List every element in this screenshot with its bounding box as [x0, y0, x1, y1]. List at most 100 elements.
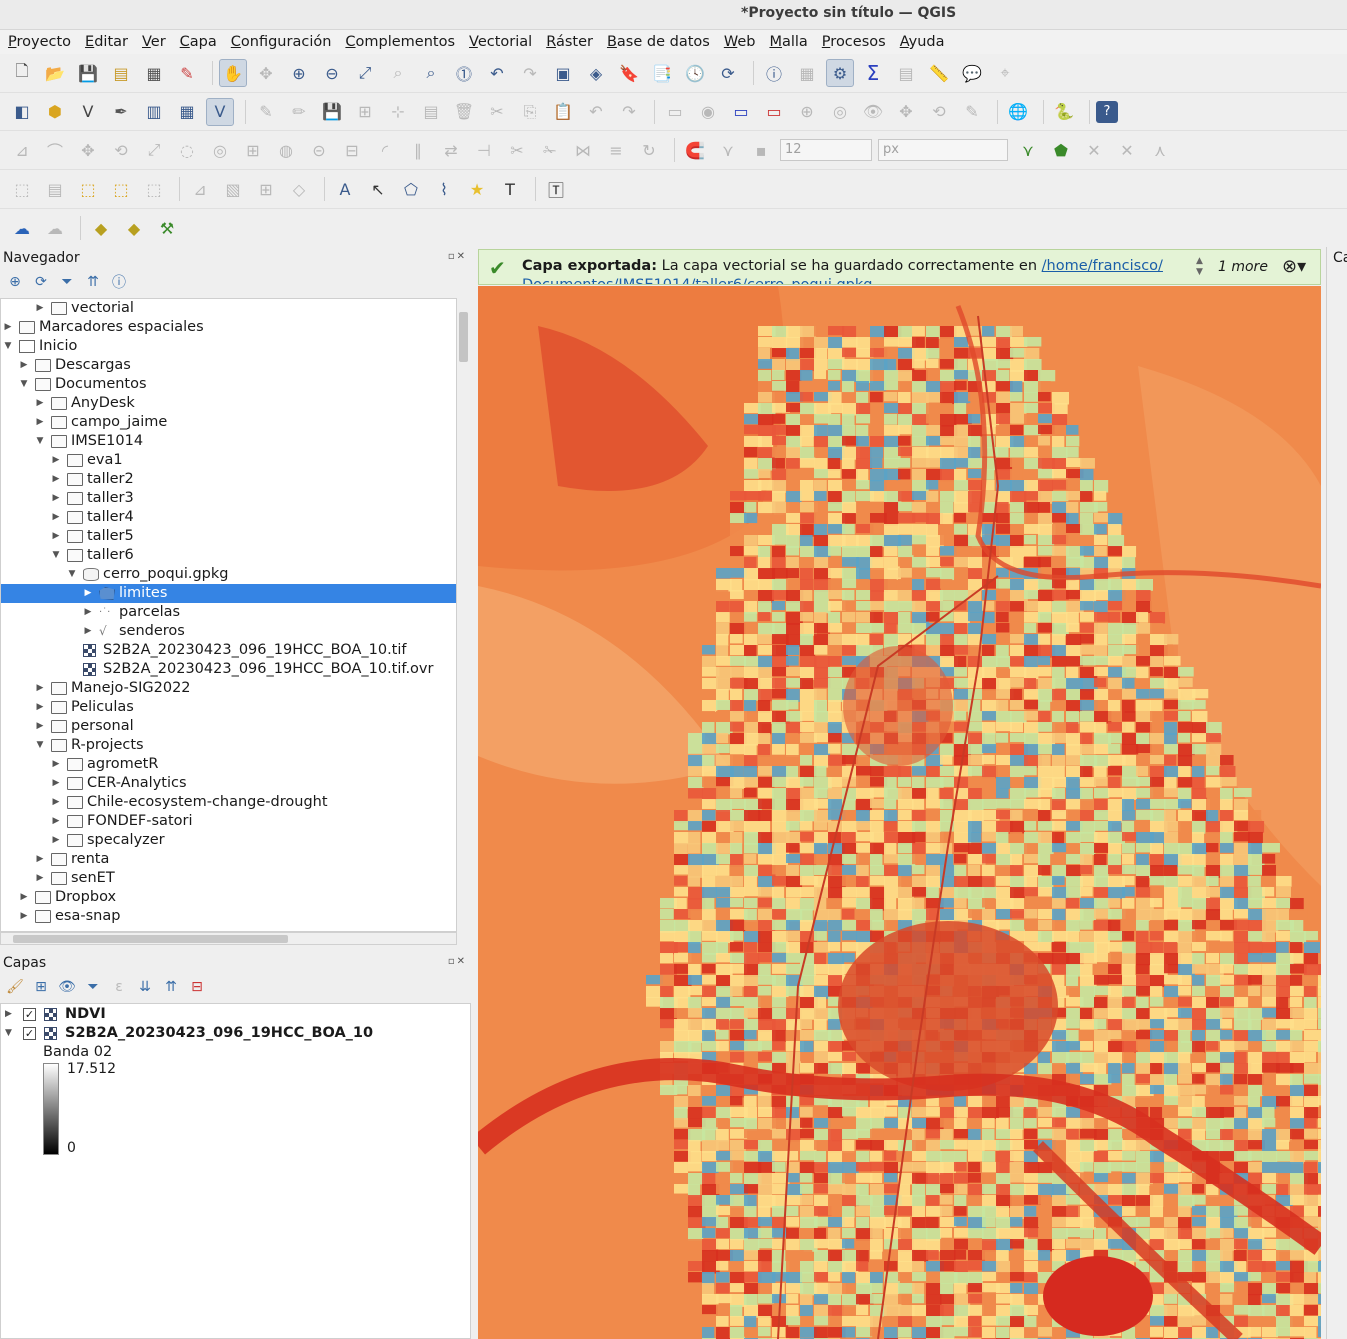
- text-annotation-dropdown-icon[interactable]: 🅃: [542, 175, 570, 203]
- pin-labels-icon[interactable]: ◎: [826, 98, 854, 126]
- split-features-icon[interactable]: ✂: [503, 136, 531, 164]
- expand-arrow-icon[interactable]: ▶: [50, 812, 62, 831]
- properties-icon[interactable]: ⓘ: [108, 271, 130, 293]
- snapping-type-icon[interactable]: ▪: [747, 136, 775, 164]
- create-text-annotation-icon[interactable]: T: [496, 175, 524, 203]
- menu-complementos[interactable]: Complementos: [345, 34, 455, 50]
- scale-feature-icon[interactable]: ⤢: [140, 136, 168, 164]
- browser-item[interactable]: ▼ cerro_poqui.gpkg: [1, 565, 456, 584]
- scrollbar-thumb[interactable]: [459, 312, 468, 362]
- zoom-full-icon[interactable]: ⤢: [351, 59, 379, 87]
- zoom-selection-icon[interactable]: ⌕: [384, 59, 412, 87]
- browser-item[interactable]: ▶ √ senderos: [1, 622, 456, 641]
- browser-item[interactable]: ▶ esa-snap: [1, 907, 456, 926]
- expand-arrow-icon[interactable]: ▶: [18, 356, 30, 375]
- browser-tree[interactable]: ▶ vectorial ▶ Marcadores espaciales ▼ Inicio ▶…: [0, 298, 457, 932]
- snapping-tolerance-input[interactable]: 12: [780, 139, 872, 161]
- layer-row[interactable]: ▶ ✓ NDVI: [1, 1005, 470, 1024]
- pan-to-selection-icon[interactable]: ✥: [252, 59, 280, 87]
- expand-arrow-icon[interactable]: ▶: [34, 850, 46, 869]
- expand-arrow-icon[interactable]: ▶: [5, 1005, 12, 1024]
- refresh-icon[interactable]: ⟳: [30, 271, 52, 293]
- browser-item[interactable]: ▼ Inicio: [1, 337, 456, 356]
- expand-arrow-icon[interactable]: ▶: [50, 774, 62, 793]
- map-tips-icon[interactable]: 💬: [958, 59, 986, 87]
- vertex-tool-icon[interactable]: ⊹: [384, 98, 412, 126]
- browser-item[interactable]: ▶ taller4: [1, 508, 456, 527]
- create-marker-annotation-icon[interactable]: ★: [463, 175, 491, 203]
- modify-attributes-icon[interactable]: ▤: [417, 98, 445, 126]
- menu-proyecto[interactable]: Proyecto: [8, 34, 71, 50]
- browser-item[interactable]: ▶ limites: [1, 584, 456, 603]
- measure-area-icon[interactable]: ⊿: [186, 175, 214, 203]
- plugin-cube-icon[interactable]: ◆: [87, 214, 115, 242]
- reverse-line-icon[interactable]: ⇄: [437, 136, 465, 164]
- create-polygon-annotation-icon[interactable]: ⬠: [397, 175, 425, 203]
- expression-select-icon[interactable]: ⬚: [140, 175, 168, 203]
- browser-item[interactable]: ▶ vectorial: [1, 299, 456, 318]
- new-print-layout-icon[interactable]: ▤: [107, 59, 135, 87]
- browser-item[interactable]: ▶ Chile-ecosystem-change-drought: [1, 793, 456, 812]
- avoid-overlap-icon[interactable]: ✕: [1113, 136, 1141, 164]
- expand-arrow-icon[interactable]: ▶: [18, 907, 30, 926]
- statistical-summary-icon[interactable]: Σ: [859, 59, 887, 87]
- menu-procesos[interactable]: Procesos: [822, 34, 886, 50]
- browser-item[interactable]: ▶ renta: [1, 850, 456, 869]
- zoom-in-icon[interactable]: ⊕: [285, 59, 313, 87]
- expand-arrow-icon[interactable]: ▶: [34, 717, 46, 736]
- reshape-features-icon[interactable]: ◜: [371, 136, 399, 164]
- data-source-manager-icon[interactable]: ◧: [8, 98, 36, 126]
- show-hide-labels-icon[interactable]: 👁: [859, 98, 887, 126]
- expand-arrow-icon[interactable]: ▶: [82, 584, 94, 603]
- menu-capa[interactable]: Capa: [180, 34, 217, 50]
- expand-arrow-icon[interactable]: ▶: [18, 888, 30, 907]
- trim-extend-icon[interactable]: ⊣: [470, 136, 498, 164]
- browser-item[interactable]: ▶ eva1: [1, 451, 456, 470]
- layer-tree[interactable]: ▶ ✓ NDVI ▼ ✓ S2B2A_20230423_096_19HCC_BO…: [0, 1003, 471, 1339]
- expand-arrow-icon[interactable]: ▶: [50, 489, 62, 508]
- snapping-magnet-icon[interactable]: 🧲: [681, 136, 709, 164]
- cloud-sync-icon[interactable]: ☁: [41, 214, 69, 242]
- expand-arrow-icon[interactable]: ▶: [34, 413, 46, 432]
- browser-item[interactable]: ▶ campo_jaime: [1, 413, 456, 432]
- self-snapping-icon[interactable]: ✕: [1080, 136, 1108, 164]
- menu-web[interactable]: Web: [724, 34, 756, 50]
- new-3d-view-icon[interactable]: ◈: [582, 59, 610, 87]
- browser-item[interactable]: ▼ Documentos: [1, 375, 456, 394]
- add-feature-icon[interactable]: ⊞: [351, 98, 379, 126]
- select-features-icon[interactable]: ⬚: [8, 175, 36, 203]
- browser-item[interactable]: ▶ Dropbox: [1, 888, 456, 907]
- filter-legend-icon[interactable]: ⏷: [82, 976, 104, 998]
- add-geopackage-icon[interactable]: ⬢: [41, 98, 69, 126]
- merge-features-icon[interactable]: ⋈: [569, 136, 597, 164]
- undo-icon[interactable]: ↶: [582, 98, 610, 126]
- add-selected-layers-icon[interactable]: ⊕: [4, 271, 26, 293]
- expand-arrow-icon[interactable]: ▶: [50, 508, 62, 527]
- processing-toolbox-icon[interactable]: ⚙: [826, 59, 854, 87]
- menu-base-de-datos[interactable]: Base de datos: [607, 34, 710, 50]
- fill-ring-icon[interactable]: ◍: [272, 136, 300, 164]
- expand-arrow-icon[interactable]: ▶: [82, 603, 94, 622]
- map-canvas[interactable]: [478, 286, 1321, 1339]
- expand-arrow-icon[interactable]: ▶: [50, 793, 62, 812]
- new-virtual-layer-icon[interactable]: ▥: [140, 98, 168, 126]
- zoom-native-icon[interactable]: ⓵: [450, 59, 478, 87]
- create-line-annotation-icon[interactable]: ⌇: [430, 175, 458, 203]
- browser-item[interactable]: ▶ taller3: [1, 489, 456, 508]
- annotation-text-icon[interactable]: ▧: [219, 175, 247, 203]
- help-icon[interactable]: ?: [1096, 100, 1118, 123]
- move-label-icon[interactable]: ✥: [892, 98, 920, 126]
- browser-vertical-scrollbar[interactable]: [457, 298, 470, 932]
- rotate-label-icon[interactable]: ⟲: [925, 98, 953, 126]
- refresh-icon[interactable]: ⟳: [714, 59, 742, 87]
- new-map-view-icon[interactable]: ▣: [549, 59, 577, 87]
- zoom-next-icon[interactable]: ↷: [516, 59, 544, 87]
- topological-editing-icon[interactable]: ⋎: [1014, 136, 1042, 164]
- filter-browser-icon[interactable]: ⏷: [56, 271, 78, 293]
- save-edits-icon[interactable]: 💾: [318, 98, 346, 126]
- style-manager-icon[interactable]: ✎: [173, 59, 201, 87]
- layer-visibility-checkbox[interactable]: ✓: [23, 1008, 36, 1021]
- browser-item[interactable]: ▶ taller5: [1, 527, 456, 546]
- select-location-icon[interactable]: ⬚: [107, 175, 135, 203]
- snapping-mode-icon[interactable]: ⋎: [714, 136, 742, 164]
